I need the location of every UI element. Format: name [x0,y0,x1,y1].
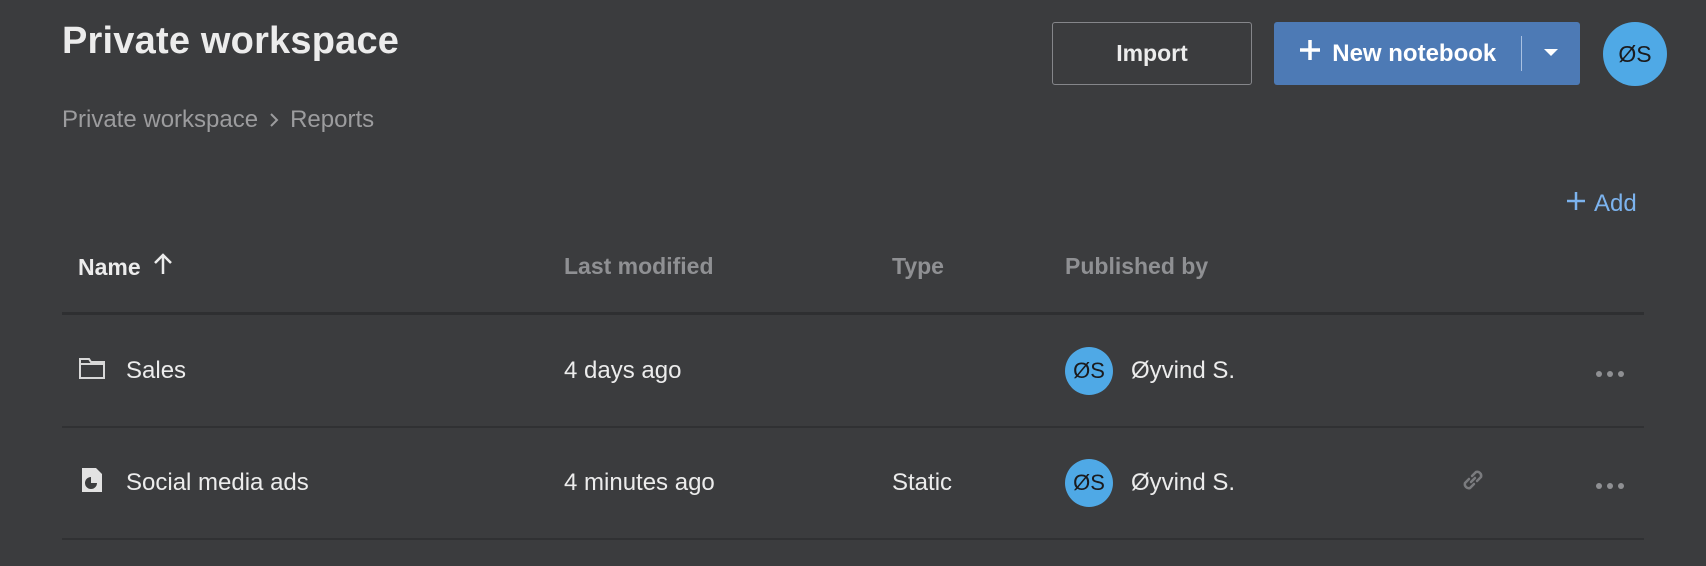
link-icon [1458,465,1488,502]
new-notebook-label: New notebook [1332,39,1497,67]
column-header-name-label: Name [78,253,141,280]
more-options-button[interactable] [1595,428,1625,538]
publisher-name: Øyvind S. [1131,469,1236,496]
more-horizontal-icon [1595,469,1625,497]
row-published-by: ØS Øyvind S. [1065,316,1235,426]
table-row[interactable]: Social media ads 4 minutes ago Static ØS… [62,428,1644,540]
plus-icon [1298,38,1322,69]
row-name-cell: Social media ads [78,428,309,538]
column-header-type-label: Type [892,253,944,279]
row-name[interactable]: Social media ads [126,469,309,497]
avatar: ØS [1065,347,1113,395]
import-button[interactable]: Import [1052,22,1252,85]
notebook-icon [78,466,106,501]
breadcrumb: Private workspace Reports [62,106,374,134]
row-name[interactable]: Sales [126,357,186,385]
row-type: Static [892,469,953,496]
column-header-last-modified[interactable]: Last modified [564,253,714,280]
column-header-name[interactable]: Name [78,253,173,281]
new-notebook-dropdown-toggle[interactable] [1522,22,1580,85]
row-last-modified: 4 days ago [564,357,682,384]
table-row[interactable]: Sales 4 days ago ØS Øyvind S. [62,316,1644,428]
workspace-page: Private workspace Private workspace Repo… [0,0,1706,566]
avatar: ØS [1065,459,1113,507]
publisher-name: Øyvind S. [1131,357,1236,384]
more-options-button[interactable] [1595,316,1625,426]
copy-link-button[interactable] [1458,428,1488,538]
page-title: Private workspace [62,20,400,62]
user-avatar[interactable]: ØS [1603,22,1667,86]
arrow-up-icon [153,253,173,281]
column-header-last-modified-label: Last modified [564,253,714,279]
add-button[interactable]: Add [1566,190,1637,218]
row-name-cell: Sales [78,316,186,426]
new-notebook-button-group: New notebook [1274,22,1580,85]
new-notebook-button[interactable]: New notebook [1274,22,1521,85]
folder-icon [78,356,106,387]
plus-icon [1566,190,1586,218]
caret-down-icon [1543,45,1559,63]
breadcrumb-item-reports: Reports [290,106,375,133]
breadcrumb-item-workspace[interactable]: Private workspace [62,106,258,134]
column-header-published-by-label: Published by [1065,253,1209,279]
import-button-label: Import [1116,40,1188,66]
chevron-right-icon [268,111,280,129]
column-header-published-by[interactable]: Published by [1065,253,1208,280]
add-label: Add [1594,190,1637,217]
table-header: Name Last modified Type Published by [62,245,1644,315]
row-last-modified: 4 minutes ago [564,469,715,496]
more-horizontal-icon [1595,357,1625,385]
row-published-by: ØS Øyvind S. [1065,428,1235,538]
column-header-type[interactable]: Type [892,253,944,280]
